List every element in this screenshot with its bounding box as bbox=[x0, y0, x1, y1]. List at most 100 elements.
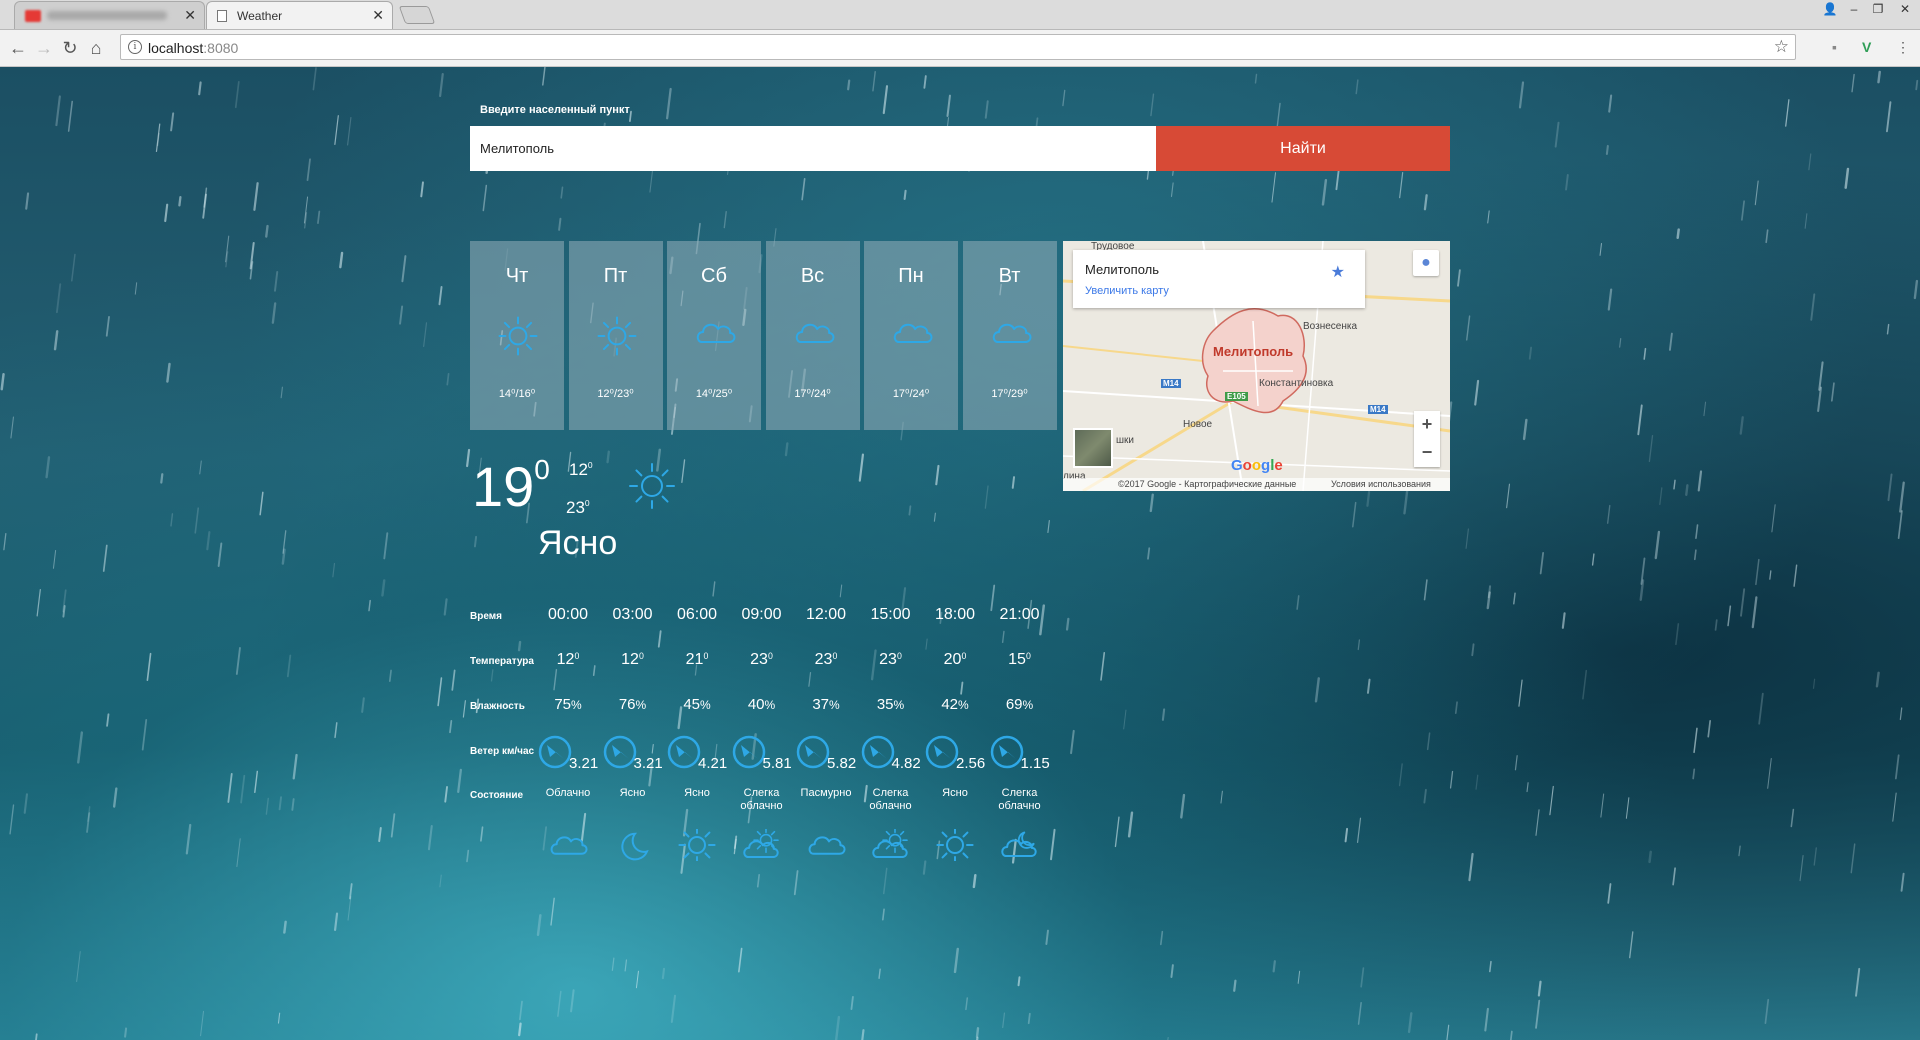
cloud-icon bbox=[696, 323, 736, 344]
url-text: localhost:8080 bbox=[148, 40, 239, 56]
forecast-day-card[interactable]: Пт 12⁰/23⁰ bbox=[568, 241, 663, 430]
street-view-person-icon[interactable]: ● bbox=[1413, 250, 1439, 276]
sun-cloud-icon bbox=[871, 829, 908, 858]
map-terms-link[interactable]: Условия использования bbox=[1331, 479, 1431, 489]
forecast-day-card[interactable]: Сб 14⁰/25⁰ bbox=[667, 241, 761, 430]
wind-direction-icon bbox=[732, 735, 765, 769]
satellite-toggle[interactable] bbox=[1073, 428, 1113, 468]
rain-background bbox=[0, 67, 1919, 1040]
sun-icon bbox=[597, 316, 636, 356]
wind-speed: 3.21 bbox=[633, 755, 663, 772]
moon-cloud-icon bbox=[1000, 831, 1037, 858]
forecast-day-card[interactable]: Вт 17⁰/29⁰ bbox=[962, 241, 1057, 430]
weather-page: Введите населенный пункт Найти Чт 14⁰/16⁰… bbox=[0, 67, 1920, 1040]
hour-time: 18:00 bbox=[934, 606, 976, 623]
map-place-card: Мелитополь Увеличить карту ★ bbox=[1073, 250, 1365, 308]
map-label: Новое bbox=[1183, 419, 1213, 430]
home-icon[interactable]: ⌂ bbox=[86, 38, 106, 58]
hour-state: Слегка облачно bbox=[869, 787, 912, 812]
day-name: Сб bbox=[701, 265, 727, 287]
day-name: Пн bbox=[898, 265, 924, 287]
google-logo: Google bbox=[1231, 457, 1283, 474]
zoom-in-button[interactable]: + bbox=[1414, 411, 1440, 439]
zoom-out-button[interactable]: − bbox=[1414, 439, 1440, 467]
map-label: Вознесенка bbox=[1303, 321, 1358, 332]
forward-icon[interactable]: → bbox=[34, 38, 54, 58]
wind-speed: 4.21 bbox=[698, 755, 728, 772]
minimize-button[interactable]: – bbox=[1842, 0, 1866, 18]
moon-icon bbox=[620, 832, 649, 861]
hour-temperature: 210 bbox=[685, 651, 709, 668]
tab-close-icon[interactable]: ✕ bbox=[372, 7, 384, 24]
wind-speed: 3.21 bbox=[569, 755, 599, 772]
extension-icon[interactable]: ▪ bbox=[1832, 39, 1837, 55]
day-temp-range: 17⁰/24⁰ bbox=[794, 388, 831, 400]
favicon bbox=[25, 10, 41, 22]
hour-humidity: 40% bbox=[747, 696, 776, 713]
road-shield: M14 bbox=[1161, 379, 1181, 388]
current-high: 230 bbox=[566, 498, 590, 517]
hour-icon-wrap bbox=[730, 829, 794, 861]
restore-button[interactable]: ❐ bbox=[1866, 0, 1890, 18]
sun-icon bbox=[498, 316, 538, 356]
wind-direction-icon bbox=[990, 735, 1023, 769]
hour-humidity: 75% bbox=[554, 696, 582, 713]
cloud-icon bbox=[795, 323, 834, 344]
hour-state: Слегка облачно bbox=[740, 787, 783, 812]
map-widget[interactable]: Трудовое Вознесенка Константиновка Новое… bbox=[1063, 241, 1450, 491]
tab-title: Weather bbox=[237, 9, 283, 23]
current-description: Ясно bbox=[538, 524, 618, 562]
hour-wind: 5.82 bbox=[794, 735, 858, 775]
tab-title-blurred bbox=[47, 11, 167, 20]
bookmark-star-icon[interactable]: ☆ bbox=[1774, 37, 1789, 57]
day-temp-range: 14⁰/16⁰ bbox=[498, 388, 536, 400]
map-label: шки bbox=[1116, 435, 1134, 446]
close-window-button[interactable]: ✕ bbox=[1890, 0, 1920, 18]
reload-icon[interactable]: ↻ bbox=[60, 38, 80, 58]
wind-speed: 5.81 bbox=[762, 755, 792, 772]
hour-wind: 1.15 bbox=[988, 735, 1052, 775]
forecast-day-card[interactable]: Пн 17⁰/24⁰ bbox=[864, 241, 958, 430]
new-tab-button[interactable] bbox=[398, 6, 436, 24]
hour-wind: 5.81 bbox=[730, 735, 794, 775]
road-shield: E105 bbox=[1225, 392, 1248, 401]
hour-temperature: 230 bbox=[814, 651, 838, 668]
extension-v-icon[interactable]: V bbox=[1862, 39, 1871, 55]
hour-icon-wrap bbox=[665, 829, 729, 861]
hour-time: 15:00 bbox=[870, 606, 911, 623]
wind-direction-icon bbox=[603, 735, 636, 769]
url-field[interactable]: i localhost:8080 ☆ bbox=[120, 34, 1796, 60]
forecast-days: Чт 14⁰/16⁰ Пт 12⁰/23⁰ Сб 14⁰/25⁰ Вс 17⁰/24⁰ Пн 17… bbox=[470, 241, 1058, 430]
tab-weather[interactable]: Weather ✕ bbox=[206, 1, 393, 29]
wind-direction-icon bbox=[861, 735, 894, 769]
info-icon[interactable]: i bbox=[128, 40, 142, 54]
tab-close-icon[interactable]: ✕ bbox=[184, 7, 196, 24]
hour-icon-wrap bbox=[859, 829, 923, 861]
hour-humidity: 35% bbox=[876, 696, 905, 713]
find-button[interactable]: Найти bbox=[1156, 126, 1450, 171]
back-icon[interactable]: ← bbox=[8, 38, 28, 58]
forecast-day-card[interactable]: Чт 14⁰/16⁰ bbox=[470, 241, 564, 430]
map-place-title: Мелитополь bbox=[1085, 262, 1160, 277]
hour-wind: 3.21 bbox=[601, 735, 665, 775]
forecast-day-card[interactable]: Вс 17⁰/24⁰ bbox=[765, 241, 860, 430]
hour-icon-wrap bbox=[923, 829, 987, 861]
hour-wind: 4.82 bbox=[859, 735, 923, 775]
wind-speed: 4.82 bbox=[891, 755, 921, 772]
hour-humidity: 76% bbox=[618, 696, 647, 713]
city-search-input[interactable] bbox=[470, 126, 1156, 171]
map-copyright: ©2017 Google - Картографические данные bbox=[1118, 479, 1297, 489]
hour-state: Ясно bbox=[619, 787, 646, 799]
sun-cloud-icon bbox=[742, 829, 779, 858]
save-star-icon[interactable]: ★ bbox=[1331, 262, 1345, 282]
hour-humidity: 69% bbox=[1005, 696, 1034, 713]
profile-icon[interactable]: 👤 bbox=[1818, 0, 1842, 18]
menu-icon[interactable]: ⋮ bbox=[1896, 39, 1910, 56]
hour-time: 21:00 bbox=[999, 606, 1040, 623]
wind-direction-icon bbox=[796, 735, 830, 769]
hour-humidity: 42% bbox=[941, 696, 969, 713]
cloud-icon bbox=[808, 836, 846, 855]
enlarge-map-link[interactable]: Увеличить карту bbox=[1085, 285, 1169, 297]
window-controls: 👤 – ❐ ✕ bbox=[1818, 0, 1920, 20]
tab-blurred[interactable]: ✕ bbox=[14, 1, 205, 29]
